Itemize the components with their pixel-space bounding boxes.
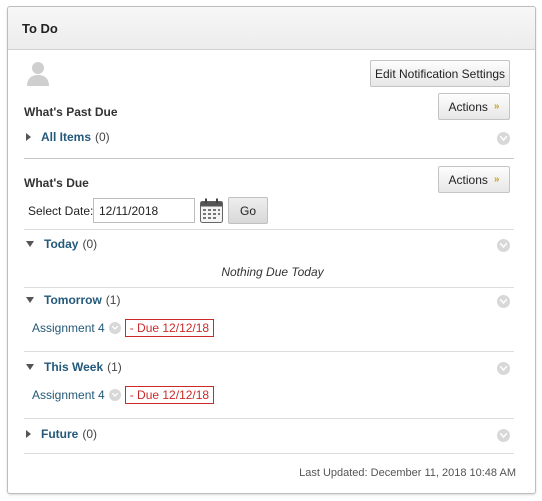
double-chevron-down-icon: » — [493, 100, 500, 112]
past-due-actions-label: Actions — [448, 99, 488, 114]
module-title: To Do — [22, 20, 58, 36]
triangle-right-icon[interactable] — [26, 430, 31, 438]
section-divider — [24, 453, 514, 454]
group-tomorrow-row: Tomorrow (1) — [26, 293, 120, 307]
group-future-row: Future (0) — [26, 427, 97, 441]
section-divider — [24, 229, 514, 230]
due-date-badge: - Due 12/12/18 — [124, 319, 215, 337]
all-items-link[interactable]: All Items — [41, 130, 91, 144]
due-date-badge: - Due 12/12/18 — [124, 386, 215, 404]
group-future-link[interactable]: Future — [41, 427, 78, 441]
whats-due-actions-button[interactable]: Actions » — [438, 166, 510, 193]
select-date-label: Select Date: — [28, 204, 94, 218]
past-due-heading: What's Past Due — [24, 105, 118, 119]
triangle-down-icon[interactable] — [26, 241, 34, 247]
chevron-down-icon[interactable] — [497, 429, 510, 442]
chevron-down-icon[interactable] — [497, 239, 510, 252]
module-header: To Do — [8, 7, 535, 50]
todo-module: To Do Edit Notification Settings What's … — [7, 6, 536, 494]
group-this-week-row: This Week (1) — [26, 360, 122, 374]
all-items-row: All Items (0) — [26, 130, 110, 144]
user-avatar-icon — [27, 62, 49, 86]
section-divider — [24, 418, 514, 419]
chevron-down-icon[interactable] — [108, 389, 121, 401]
triangle-down-icon[interactable] — [26, 297, 34, 303]
go-button[interactable]: Go — [228, 197, 268, 224]
all-items-count: (0) — [95, 130, 110, 144]
group-today-link[interactable]: Today — [44, 237, 78, 251]
whats-due-heading: What's Due — [24, 176, 89, 190]
whats-due-actions-label: Actions — [448, 172, 488, 187]
group-this-week-link[interactable]: This Week — [44, 360, 103, 374]
select-date-input[interactable] — [93, 198, 195, 223]
last-updated-text: Last Updated: December 11, 2018 10:48 AM — [299, 467, 516, 479]
chevron-down-icon[interactable] — [497, 132, 510, 145]
nothing-due-today-text: Nothing Due Today — [221, 265, 324, 279]
group-tomorrow-count: (1) — [105, 293, 121, 307]
go-label: Go — [239, 203, 256, 218]
group-future-count: (0) — [82, 427, 98, 441]
triangle-right-icon[interactable] — [26, 133, 31, 141]
group-today-count: (0) — [82, 237, 98, 251]
chevron-down-icon[interactable] — [497, 362, 510, 375]
chevron-down-icon[interactable] — [497, 295, 510, 308]
section-divider — [24, 351, 514, 352]
group-today-row: Today (0) — [26, 237, 97, 251]
triangle-down-icon[interactable] — [26, 364, 34, 370]
calendar-icon[interactable] — [200, 198, 223, 223]
list-item: Assignment 4 - Due 12/12/18 — [32, 386, 215, 404]
assignment-link[interactable]: Assignment 4 — [32, 388, 105, 402]
list-item: Assignment 4 - Due 12/12/18 — [32, 319, 215, 337]
group-this-week-count: (1) — [107, 360, 122, 374]
edit-notification-settings-label: Edit Notification Settings — [374, 66, 506, 81]
edit-notification-settings-button[interactable]: Edit Notification Settings — [370, 60, 510, 87]
assignment-link[interactable]: Assignment 4 — [32, 321, 105, 335]
section-divider — [24, 158, 514, 159]
section-divider — [24, 287, 514, 288]
double-chevron-down-icon: » — [493, 173, 500, 185]
past-due-actions-button[interactable]: Actions » — [438, 93, 510, 120]
chevron-down-icon[interactable] — [108, 322, 121, 334]
group-tomorrow-link[interactable]: Tomorrow — [44, 293, 102, 307]
